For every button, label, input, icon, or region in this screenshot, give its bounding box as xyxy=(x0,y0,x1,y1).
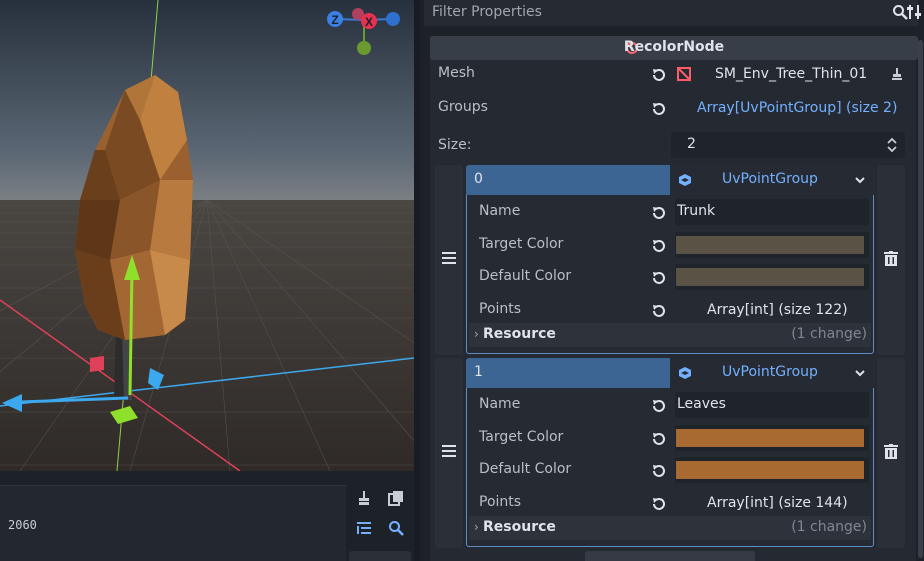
name-label: Name xyxy=(479,396,521,412)
target-color-swatch[interactable] xyxy=(676,236,864,254)
element-index: 0 xyxy=(474,171,483,187)
chevron-right-icon: › xyxy=(474,520,479,534)
copy-icon xyxy=(388,491,403,506)
group-element-0: 0 UvPointGroup Name Trunk Target Color D… xyxy=(435,165,905,355)
inspector-scroll-thumb[interactable] xyxy=(918,40,923,558)
drag-handle-icon xyxy=(442,252,456,264)
chevron-right-icon: › xyxy=(474,327,479,341)
name-input[interactable]: Leaves xyxy=(675,392,869,418)
group-properties: Name Leaves Target Color Default Color P… xyxy=(466,388,874,547)
groups-label: Groups xyxy=(438,99,488,115)
drag-handle[interactable] xyxy=(435,165,463,355)
element-type-name: UvPointGroup xyxy=(722,364,818,380)
mesh-dropdown-icon[interactable] xyxy=(890,67,904,81)
copy-output-button[interactable] xyxy=(384,486,408,510)
output-log[interactable]: 2060 xyxy=(0,485,346,561)
name-input[interactable]: Trunk xyxy=(675,199,869,225)
size-label: Size: xyxy=(438,137,472,153)
default-color-label: Default Color xyxy=(479,461,572,477)
output-scrollbar[interactable] xyxy=(349,551,411,561)
resource-cube-icon xyxy=(679,174,691,186)
gizmo-y-negative[interactable] xyxy=(357,41,371,55)
search-icon xyxy=(389,521,404,536)
delete-element-button[interactable] xyxy=(877,165,905,355)
list-filter-icon xyxy=(357,522,371,534)
trash-icon xyxy=(884,444,898,459)
chevron-down-icon xyxy=(855,370,865,377)
default-color-swatch[interactable] xyxy=(676,461,864,479)
output-text: 2060 xyxy=(8,518,37,532)
target-color-label: Target Color xyxy=(479,429,564,445)
spin-arrows-icon[interactable] xyxy=(887,138,897,152)
mesh-label: Mesh xyxy=(438,65,475,81)
editor-window: Z X 2060 Filter Properties RecolorNode M… xyxy=(0,0,924,561)
element-index-field[interactable]: 0 xyxy=(466,165,670,195)
resource-section[interactable]: › Resource (1 change) xyxy=(469,516,871,540)
element-index: 1 xyxy=(474,364,483,380)
3d-viewport[interactable]: Z X xyxy=(0,0,414,471)
toggle-filter-button[interactable] xyxy=(352,516,376,540)
viewport-scene: Z X xyxy=(0,0,414,471)
array-size-spinbox[interactable]: 2 xyxy=(671,132,905,158)
mesh-resource-icon xyxy=(677,67,691,81)
drag-handle[interactable] xyxy=(435,358,463,548)
inspector-options-icon[interactable] xyxy=(906,3,922,21)
resource-section[interactable]: › Resource (1 change) xyxy=(469,323,871,347)
target-color-swatch[interactable] xyxy=(676,429,864,447)
resource-changes: (1 change) xyxy=(791,519,867,535)
element-type-selector[interactable]: UvPointGroup xyxy=(670,165,875,195)
gizmo-z-label: Z xyxy=(331,13,338,27)
group-properties: Name Trunk Target Color Default Color Po… xyxy=(466,195,874,354)
revert-icon[interactable] xyxy=(651,270,667,286)
resource-changes: (1 change) xyxy=(791,326,867,342)
bottom-panel: 2060 xyxy=(0,471,414,561)
default-color-label: Default Color xyxy=(479,268,572,284)
revert-icon[interactable] xyxy=(651,303,667,319)
revert-icon[interactable] xyxy=(651,496,667,512)
gizmo-z-negative[interactable] xyxy=(386,12,400,26)
revert-icon[interactable] xyxy=(651,431,667,447)
name-label: Name xyxy=(479,203,521,219)
groups-array-value[interactable]: Array[UvPointGroup] (size 2) xyxy=(697,100,897,116)
node-header: RecolorNode xyxy=(430,36,918,60)
element-index-field[interactable]: 1 xyxy=(466,358,670,388)
drag-handle-icon xyxy=(442,445,456,457)
points-array-value[interactable]: Array[int] (size 144) xyxy=(707,495,848,511)
filter-placeholder: Filter Properties xyxy=(432,4,542,20)
resource-label: Resource xyxy=(483,326,556,342)
points-array-value[interactable]: Array[int] (size 122) xyxy=(707,302,848,318)
revert-icon[interactable] xyxy=(651,67,667,83)
revert-icon[interactable] xyxy=(651,238,667,254)
revert-icon[interactable] xyxy=(651,398,667,414)
name-value: Trunk xyxy=(677,203,716,219)
element-type-selector[interactable]: UvPointGroup xyxy=(670,358,875,388)
inspector-scrollbar[interactable] xyxy=(916,36,924,561)
search-output-button[interactable] xyxy=(384,516,408,540)
broom-icon xyxy=(359,491,369,505)
group-element-1: 1 UvPointGroup Name Leaves Target Color … xyxy=(435,358,905,548)
filter-properties-input[interactable]: Filter Properties xyxy=(424,0,918,26)
mesh-value[interactable]: SM_Env_Tree_Thin_01 xyxy=(715,66,867,82)
size-value: 2 xyxy=(687,136,696,152)
name-value: Leaves xyxy=(677,396,726,412)
default-color-swatch[interactable] xyxy=(676,268,864,286)
trash-icon xyxy=(884,251,898,266)
revert-icon[interactable] xyxy=(651,205,667,221)
resource-label: Resource xyxy=(483,519,556,535)
points-label: Points xyxy=(479,301,522,317)
node-title: RecolorNode xyxy=(623,39,725,55)
target-color-label: Target Color xyxy=(479,236,564,252)
delete-element-button[interactable] xyxy=(877,358,905,548)
clear-output-button[interactable] xyxy=(352,486,376,510)
points-label: Points xyxy=(479,494,522,510)
chevron-down-icon xyxy=(855,177,865,184)
element-type-name: UvPointGroup xyxy=(722,171,818,187)
add-element-button[interactable] xyxy=(585,551,755,561)
resource-cube-icon xyxy=(679,367,691,379)
revert-icon[interactable] xyxy=(651,463,667,479)
revert-icon[interactable] xyxy=(651,101,667,117)
gizmo-x-label: X xyxy=(365,15,373,29)
